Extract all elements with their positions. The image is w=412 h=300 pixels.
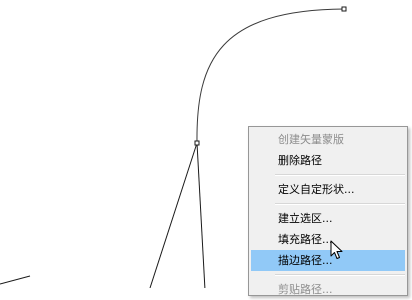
menu-separator — [275, 274, 405, 276]
menu-item-clipping-path[interactable]: 剪贴路径... — [251, 279, 405, 300]
menu-item-create-vector-mask[interactable]: 创建矢量蒙版 — [251, 129, 405, 150]
anchor-point-middle[interactable] — [194, 140, 200, 146]
menu-item-delete-path[interactable]: 删除路径 — [251, 150, 405, 171]
menu-item-define-custom-shape[interactable]: 定义自定形状... — [251, 179, 405, 200]
vector-path-segment-bottom-left[interactable] — [0, 275, 31, 285]
menu-separator — [275, 203, 405, 205]
menu-item-stroke-path[interactable]: 描边路径... — [251, 250, 405, 271]
arrow-cursor-icon — [330, 240, 343, 259]
vector-path-curve[interactable] — [196, 8, 345, 144]
menu-separator — [275, 174, 405, 176]
menu-item-fill-path[interactable]: 填充路径... — [251, 229, 405, 250]
menu-item-make-selection[interactable]: 建立选区... — [251, 208, 405, 229]
anchor-point-top-right[interactable] — [341, 6, 347, 12]
vector-path-segment-left[interactable] — [149, 142, 198, 288]
vector-path-segment-down[interactable] — [196, 142, 206, 288]
context-menu: 创建矢量蒙版 删除路径 定义自定形状... 建立选区... 填充路径... 描边… — [248, 126, 408, 296]
